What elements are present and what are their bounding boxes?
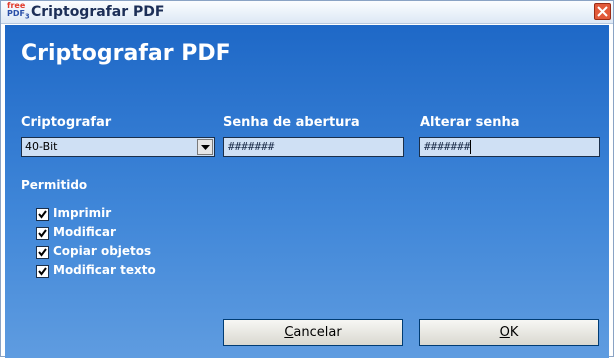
change-password-value: ####### [424,140,471,153]
change-password-label: Alterar senha [420,115,520,130]
text-caret [470,140,472,154]
freepdf-app-icon: free PDF3 [7,2,30,22]
dialog-window: free PDF3 Criptografar PDF Criptografar … [0,0,614,358]
ok-label: K [509,325,519,340]
checkmark-icon [38,210,47,219]
open-password-field[interactable]: ####### [223,137,404,157]
ok-button[interactable]: OK [419,319,599,346]
print-label: Imprimir [53,206,112,220]
permissions-label: Permitido [21,178,88,192]
dialog-body [5,25,609,358]
open-password-value: ####### [228,140,275,153]
chevron-down-icon [201,145,210,150]
page-title: Criptografar PDF [21,41,231,66]
icon-text-sub: 3 [24,12,30,21]
icon-text-pdf: PDF [7,9,25,18]
open-password-label: Senha de abertura [223,115,360,130]
window-title: Criptografar PDF [31,4,165,20]
checkmark-icon [38,267,47,276]
change-password-field[interactable]: ####### [419,137,600,157]
print-checkbox[interactable] [36,208,49,221]
cancel-label: ancelar [293,325,342,340]
cancel-button[interactable]: Cancelar [223,319,403,346]
title-bar[interactable]: free PDF3 Criptografar PDF [1,1,613,24]
encryption-selected-value: 40-Bit [25,140,58,153]
ok-mnemonic: O [499,325,510,340]
modify-label: Modificar [53,225,116,239]
encryption-select[interactable]: 40-Bit [21,137,215,157]
checkmark-icon [38,229,47,238]
close-button[interactable] [594,3,611,20]
modify-text-checkbox[interactable] [36,265,49,278]
copy-objects-checkbox[interactable] [36,246,49,259]
close-icon [597,6,608,17]
dropdown-button[interactable] [197,139,213,155]
modify-checkbox[interactable] [36,227,49,240]
encryption-label: Criptografar [21,115,112,130]
checkmark-icon [38,248,47,257]
copy-objects-label: Copiar objetos [53,244,152,258]
icon-text-bottom: PDF3 [7,9,30,21]
modify-text-label: Modificar texto [53,263,156,277]
